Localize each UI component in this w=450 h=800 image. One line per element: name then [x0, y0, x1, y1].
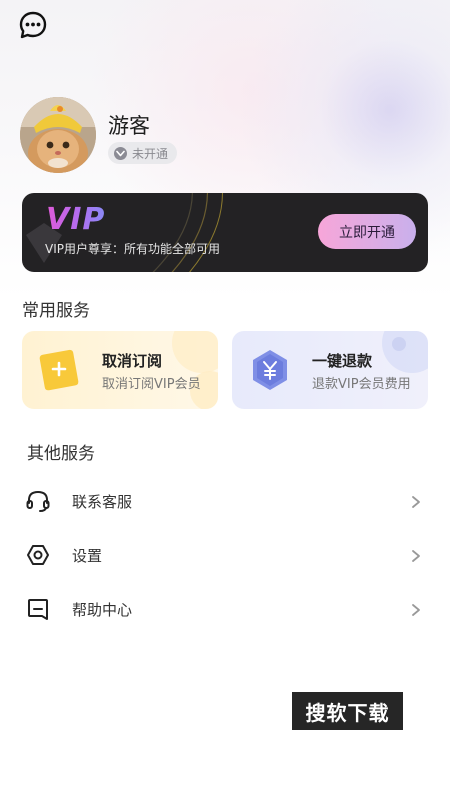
- watermark: 搜软下载: [292, 692, 403, 730]
- list-item-help-center[interactable]: 帮助中心: [22, 589, 428, 629]
- chat-bubble-icon[interactable]: [18, 10, 48, 40]
- card-decoration: [392, 337, 406, 351]
- card-decoration: [382, 331, 428, 373]
- vip-logo: VIP: [46, 202, 106, 237]
- list-item-label: 联系客服: [72, 492, 133, 511]
- vip-diamond-icon: [114, 146, 127, 160]
- settings-hexagon-icon: [25, 542, 51, 568]
- refund-card[interactable]: 一键退款 退款VIP会员费用: [232, 331, 428, 409]
- cancel-subscription-card[interactable]: 取消订阅 取消订阅VIP会员: [22, 331, 218, 409]
- service-description: 取消订阅VIP会员: [102, 377, 201, 392]
- list-item-settings[interactable]: 设置: [22, 535, 428, 575]
- card-decoration: [172, 331, 218, 373]
- list-item-label: 设置: [72, 546, 103, 565]
- list-item-contact-support[interactable]: 联系客服: [22, 481, 428, 521]
- chevron-right-icon: [410, 602, 422, 616]
- list-item-label: 帮助中心: [72, 600, 133, 619]
- other-services-title: 其他服务: [27, 444, 95, 464]
- service-description: 退款VIP会员费用: [312, 377, 411, 392]
- avatar[interactable]: [20, 97, 96, 173]
- cancel-subscription-icon: [37, 347, 83, 393]
- common-services-title: 常用服务: [22, 301, 90, 321]
- chevron-right-icon: [410, 494, 422, 508]
- help-center-icon: [25, 596, 51, 622]
- chevron-right-icon: [410, 548, 422, 562]
- membership-status-badge: 未开通: [108, 142, 178, 164]
- membership-status-text: 未开通: [132, 146, 169, 161]
- vip-description: VIP用户尊享：所有功能全部可用: [45, 242, 220, 256]
- activate-vip-button[interactable]: 立即开通: [318, 214, 416, 249]
- service-name: 取消订阅: [102, 352, 163, 370]
- vip-promo-card: VIP VIP用户尊享：所有功能全部可用 立即开通: [22, 193, 428, 272]
- headset-icon: [25, 488, 51, 514]
- yen-refund-icon: [247, 347, 293, 393]
- service-name: 一键退款: [312, 352, 373, 370]
- username: 游客: [108, 114, 150, 138]
